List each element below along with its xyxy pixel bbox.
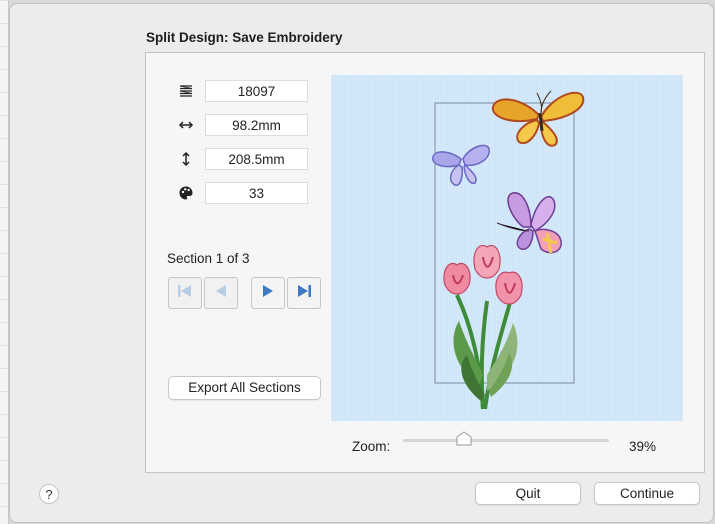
butterfly-icon <box>496 192 562 254</box>
last-section-button[interactable] <box>287 277 321 309</box>
butterfly-icon <box>491 90 585 147</box>
first-section-button[interactable] <box>168 277 202 309</box>
zoom-slider-track[interactable] <box>403 439 609 442</box>
export-all-sections-button[interactable]: Export All Sections <box>168 376 321 400</box>
zoom-label: Zoom: <box>352 439 391 454</box>
section-indicator: Section 1 of 3 <box>167 251 250 266</box>
previous-section-button[interactable] <box>204 277 238 309</box>
background-window-grid <box>0 0 9 524</box>
main-panel: 18097 98.2mm 208.5mm 33 Section 1 of 3 E… <box>145 52 705 473</box>
horizontal-arrow-icon <box>177 116 195 134</box>
continue-button[interactable]: Continue <box>594 482 700 505</box>
zoom-value: 39% <box>629 439 657 454</box>
height-value: 208.5mm <box>205 148 308 170</box>
zoom-slider-thumb[interactable] <box>455 431 473 447</box>
stitch-count-value: 18097 <box>205 80 308 102</box>
help-button[interactable]: ? <box>39 484 59 504</box>
color-count-value: 33 <box>205 182 308 204</box>
dialog-title: Split Design: Save Embroidery <box>146 30 343 45</box>
quit-button[interactable]: Quit <box>475 482 581 505</box>
skip-first-icon <box>176 283 194 304</box>
next-section-button[interactable] <box>251 277 285 309</box>
tulip-bouquet-icon <box>443 244 523 410</box>
butterfly-icon <box>432 144 490 186</box>
split-design-dialog: Split Design: Save Embroidery 18097 98.2… <box>9 3 714 523</box>
skip-last-icon <box>295 283 313 304</box>
next-arrow-icon <box>260 283 276 304</box>
previous-arrow-icon <box>213 283 229 304</box>
embroidery-preview-image <box>432 90 585 410</box>
design-preview[interactable] <box>331 75 683 421</box>
width-value: 98.2mm <box>205 114 308 136</box>
vertical-arrow-icon <box>177 150 195 168</box>
stitch-count-icon <box>177 82 195 100</box>
palette-icon <box>177 184 195 202</box>
